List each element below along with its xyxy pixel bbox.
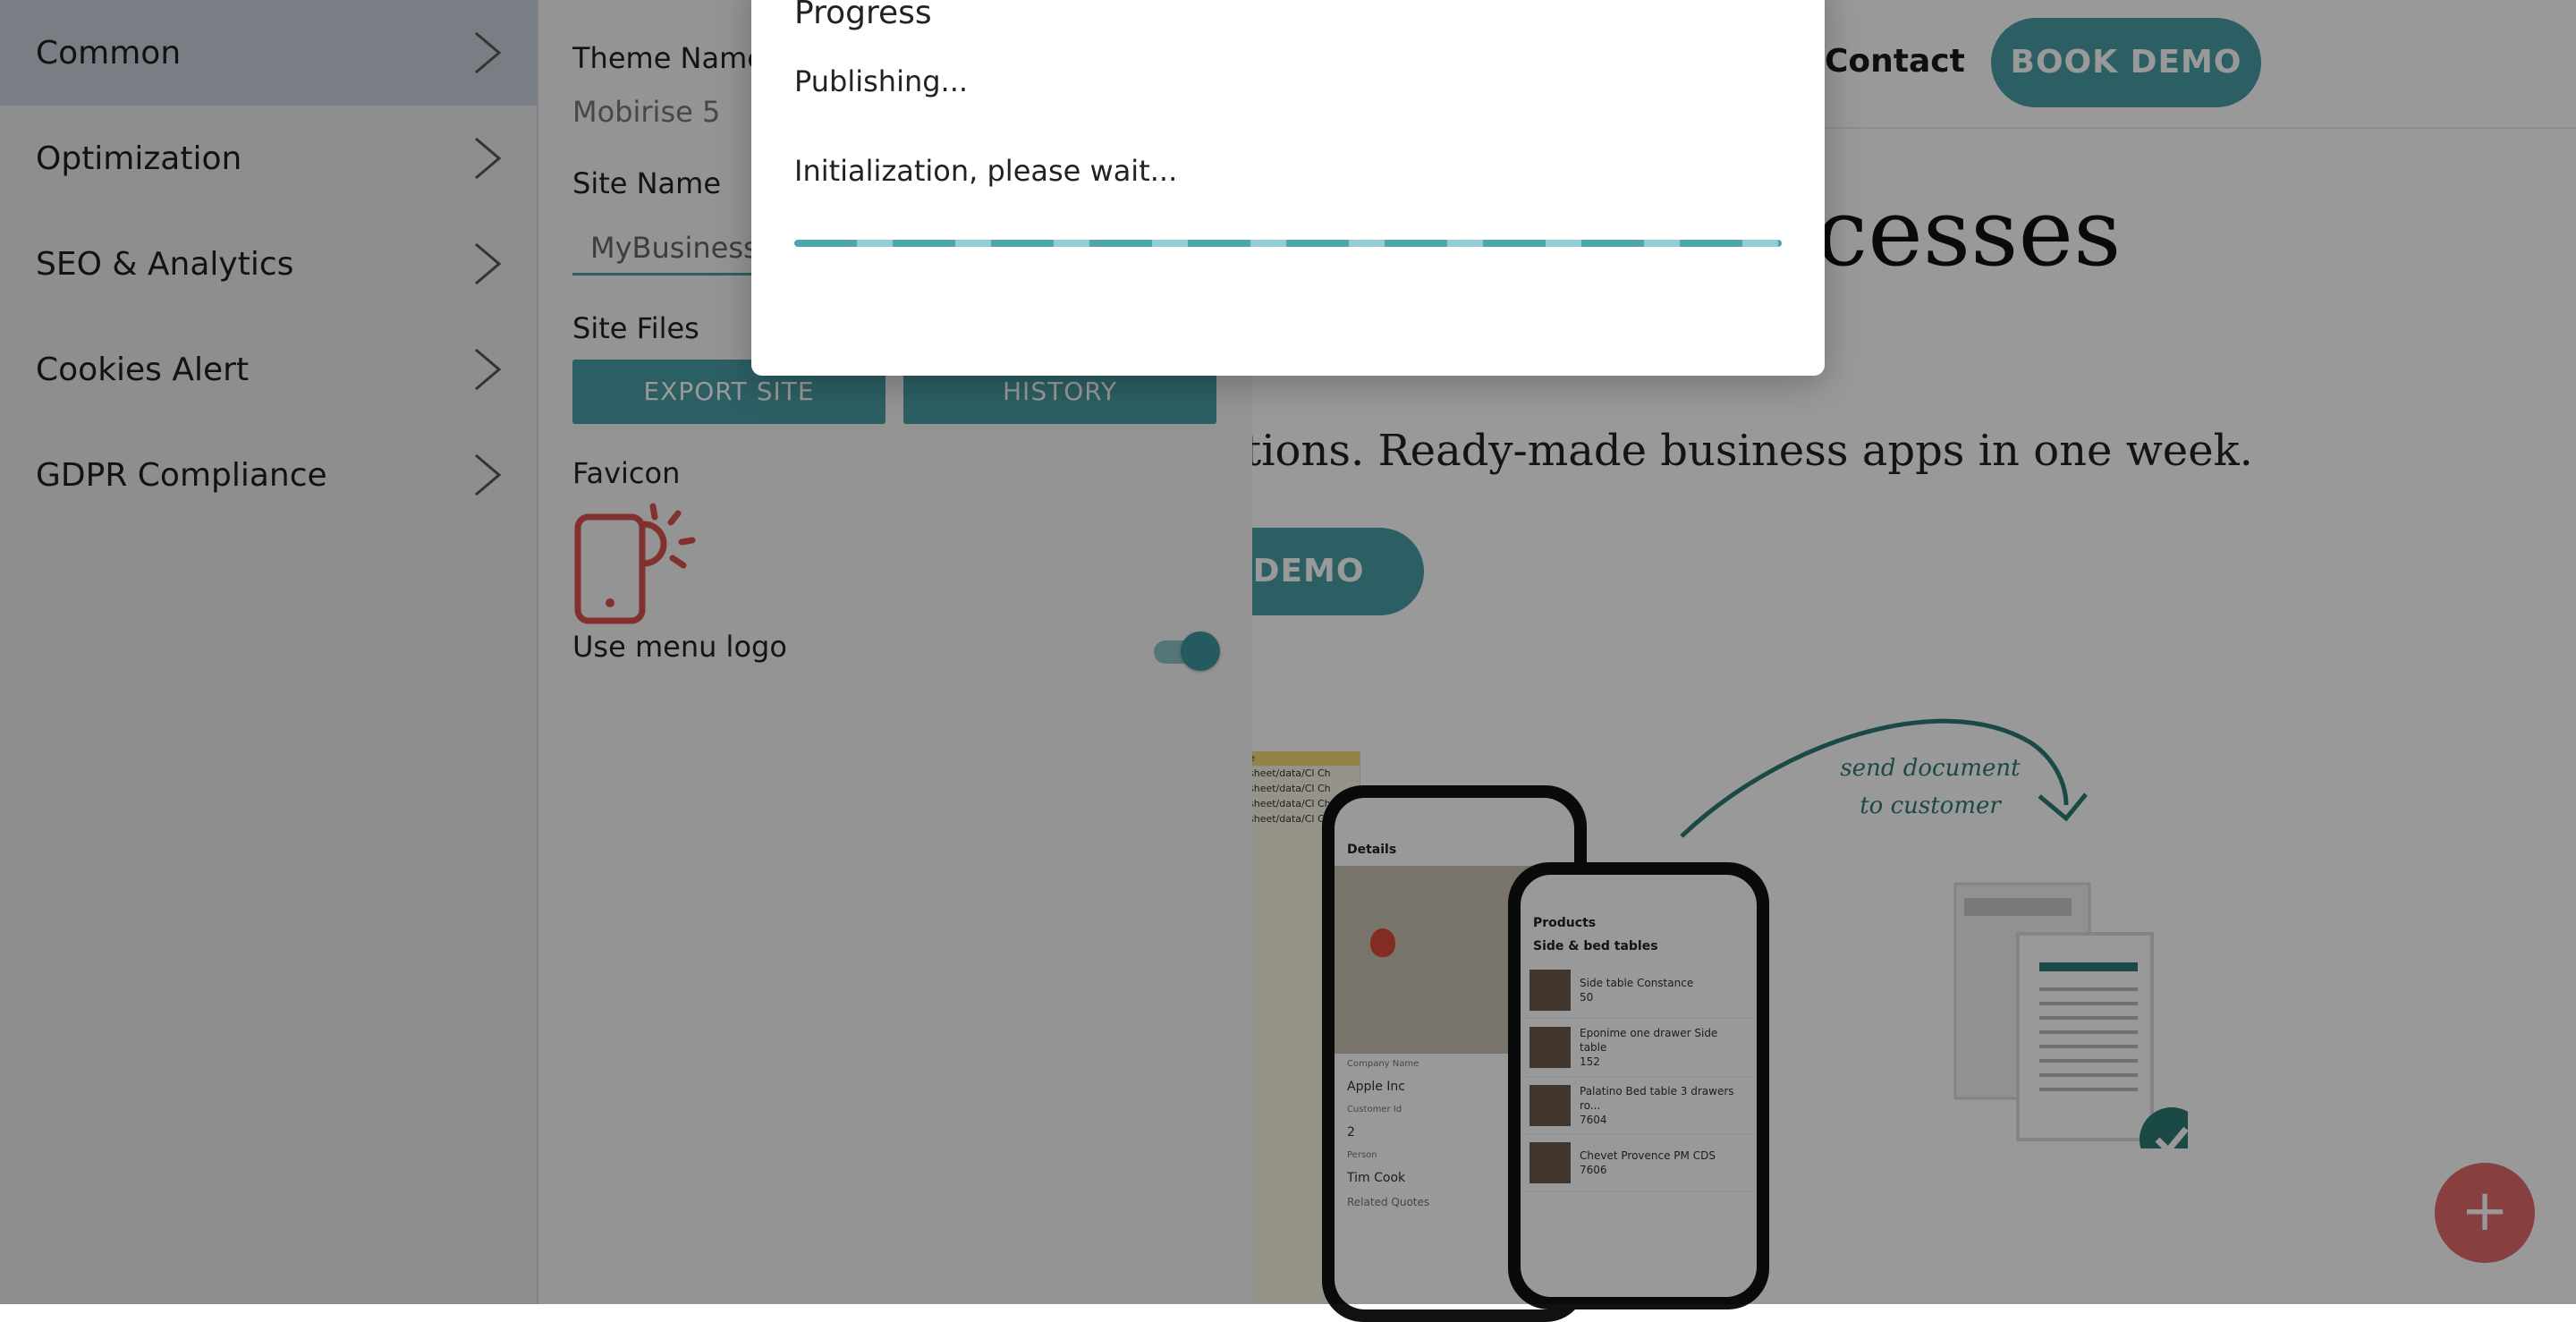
progress-bar: [794, 240, 1782, 247]
progress-bar-fill: [794, 240, 1782, 247]
dialog-title: Progress: [794, 0, 932, 31]
progress-detail: Initialization, please wait...: [794, 154, 1178, 188]
progress-dialog: Progress Publishing... Initialization, p…: [751, 0, 1825, 376]
progress-status: Publishing...: [794, 64, 969, 98]
